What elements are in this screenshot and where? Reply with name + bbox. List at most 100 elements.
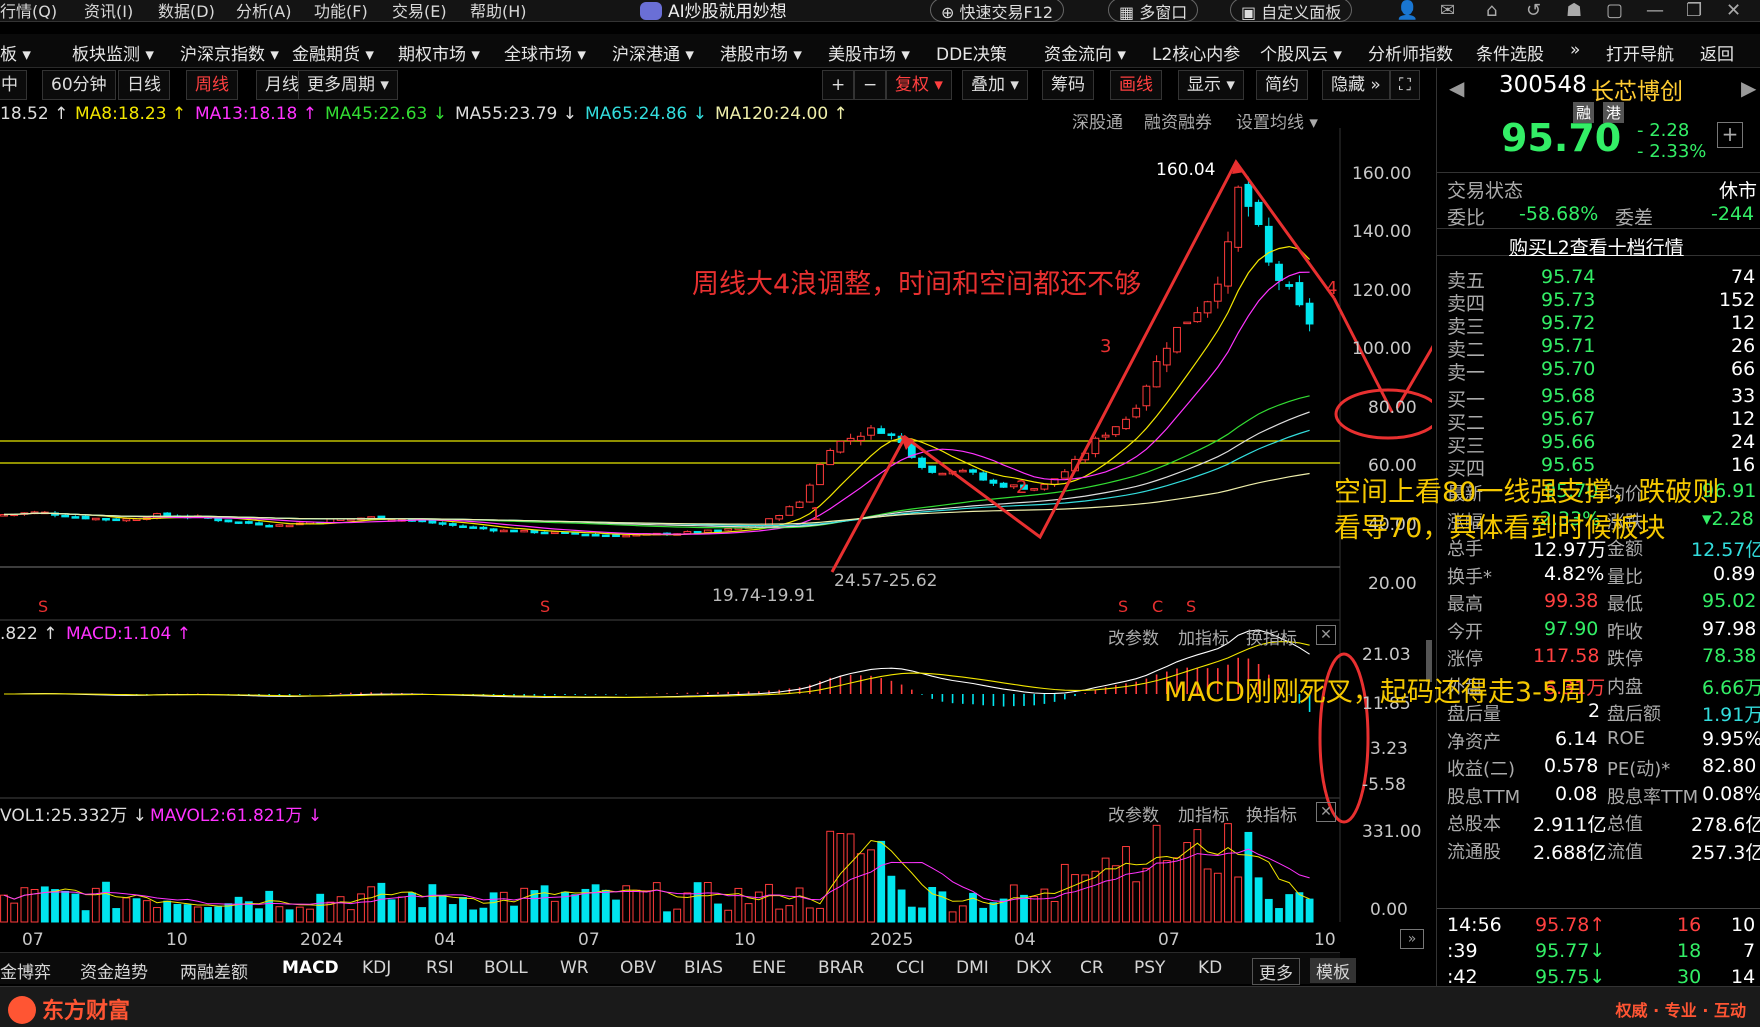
ask-volume: 74 bbox=[1731, 266, 1756, 288]
menu-item-data[interactable]: 数据(D) bbox=[158, 0, 215, 22]
shirt-icon[interactable]: ☗ bbox=[1566, 0, 1582, 21]
nav-item-analyst[interactable]: 分析师指数 bbox=[1368, 40, 1453, 65]
adjust-price-button[interactable]: 复权 ▾ bbox=[886, 70, 952, 100]
period-more[interactable]: 更多周期 ▾ bbox=[298, 70, 398, 100]
multi-window-button[interactable]: ▦ 多窗口 bbox=[1108, 0, 1199, 22]
indicator-tab[interactable]: OBV bbox=[620, 958, 656, 978]
macd-switch-indicator[interactable]: 换指标 bbox=[1246, 624, 1297, 649]
ask-row: 卖三 95.72 12 bbox=[1437, 310, 1760, 338]
add-watch-icon[interactable]: + bbox=[1717, 122, 1743, 148]
nav-item-stock-news[interactable]: 个股风云 ▾ bbox=[1260, 40, 1342, 65]
period-60min[interactable]: 60分钟 bbox=[42, 70, 116, 100]
nav-item-connect[interactable]: 沪深港通 ▾ bbox=[612, 40, 694, 65]
nav-item-capital-flow[interactable]: 资金流向 ▾ bbox=[1044, 40, 1126, 65]
indicator-tab[interactable]: BIAS bbox=[684, 958, 723, 978]
volume-bar bbox=[306, 908, 314, 923]
indicator-tab[interactable]: WR bbox=[560, 958, 589, 978]
layout-icon[interactable]: ▢ bbox=[1606, 0, 1623, 21]
macd-add-indicator[interactable]: 加指标 bbox=[1178, 624, 1229, 649]
custom-panel-button[interactable]: ▣ 自定义面板 bbox=[1230, 0, 1353, 22]
menu-item-function[interactable]: 功能(F) bbox=[314, 0, 368, 22]
bid-row: 买二 95.67 12 bbox=[1437, 406, 1760, 434]
vol-switch-indicator[interactable]: 换指标 bbox=[1246, 801, 1297, 826]
indicator-tab[interactable]: CR bbox=[1080, 958, 1104, 978]
home-icon[interactable]: ⌂ bbox=[1486, 0, 1497, 21]
fullscreen-icon[interactable]: ⛶ bbox=[1390, 70, 1420, 100]
indicator-template-button[interactable]: 模板 bbox=[1310, 958, 1356, 983]
ai-assistant-link[interactable]: AI炒股就用妙想 bbox=[640, 0, 787, 22]
indicator-tab[interactable]: KD bbox=[1198, 958, 1222, 978]
macd-close-icon[interactable]: ✕ bbox=[1316, 625, 1336, 645]
indicator-tab[interactable]: BOLL bbox=[484, 958, 528, 978]
nav-item-sector-monitor[interactable]: 板块监测 ▾ bbox=[72, 40, 154, 65]
nav-item-global[interactable]: 全球市场 ▾ bbox=[504, 40, 586, 65]
indicator-tab[interactable]: PSY bbox=[1134, 958, 1165, 978]
hide-button[interactable]: 隐藏 » bbox=[1322, 70, 1390, 100]
nav-item-options[interactable]: 期权市场 ▾ bbox=[398, 40, 480, 65]
menu-item-quote[interactable]: 行情(Q) bbox=[0, 0, 57, 22]
indicator-tab[interactable]: CCI bbox=[896, 958, 925, 978]
chips-button[interactable]: 筹码 bbox=[1042, 70, 1094, 100]
quick-trade-button[interactable]: ⊕ 快速交易F12 bbox=[930, 0, 1065, 22]
prev-stock-icon[interactable]: ◀ bbox=[1449, 76, 1464, 100]
menu-item-news[interactable]: 资讯(I) bbox=[84, 0, 133, 22]
period-partial[interactable]: 中 bbox=[0, 70, 27, 100]
volume-bar bbox=[1091, 870, 1100, 923]
display-button[interactable]: 显示 ▾ bbox=[1178, 70, 1244, 100]
stats-row: 净资产 6.14 ROE 9.95% bbox=[1437, 726, 1760, 753]
time-scroll-icon[interactable]: » bbox=[1400, 929, 1424, 949]
back-icon[interactable]: ↺ bbox=[1526, 0, 1541, 21]
nav-item-board[interactable]: 板 ▾ bbox=[0, 40, 31, 65]
mail-icon[interactable]: ✉ bbox=[1440, 0, 1455, 21]
user-icon[interactable]: 👤 bbox=[1396, 0, 1418, 21]
indicator-tab[interactable]: KDJ bbox=[362, 958, 391, 978]
zoom-in-button[interactable]: + bbox=[822, 70, 855, 100]
nav-item-us[interactable]: 美股市场 ▾ bbox=[828, 40, 910, 65]
simple-button[interactable]: 简约 bbox=[1256, 70, 1308, 100]
indicator-tab[interactable]: DMI bbox=[956, 958, 989, 978]
menu-item-help[interactable]: 帮助(H) bbox=[470, 0, 527, 22]
menu-item-trade[interactable]: 交易(E) bbox=[392, 0, 447, 22]
period-day[interactable]: 日线 bbox=[118, 70, 170, 100]
zoom-out-button[interactable]: − bbox=[854, 70, 887, 100]
minimize-icon[interactable]: — bbox=[1646, 0, 1664, 21]
indicator-tab[interactable]: 两融差额 bbox=[180, 958, 248, 983]
next-stock-icon[interactable]: ▶ bbox=[1741, 76, 1756, 100]
nav-more-icon[interactable]: » bbox=[1570, 40, 1580, 60]
close-icon[interactable]: ✕ bbox=[1726, 0, 1741, 21]
macd-edit-params[interactable]: 改参数 bbox=[1108, 624, 1159, 649]
volume-bar bbox=[652, 882, 661, 923]
nav-item-l2[interactable]: L2核心内参 bbox=[1152, 40, 1240, 65]
restore-icon[interactable]: ❐ bbox=[1686, 0, 1702, 21]
nav-item-dde[interactable]: DDE决策 bbox=[936, 40, 1007, 65]
indicator-tab[interactable]: BRAR bbox=[818, 958, 864, 978]
volume-bar bbox=[795, 887, 804, 923]
period-week[interactable]: 周线 bbox=[186, 70, 238, 100]
candle-body bbox=[703, 529, 712, 533]
nav-item-return[interactable]: 返回 bbox=[1700, 40, 1734, 65]
period-toolbar: 中 60分钟 日线 周线 月线 更多周期 ▾ + − 复权 ▾ 叠加 ▾ 筹码 … bbox=[0, 68, 1432, 102]
nav-item-index[interactable]: 沪深京指数 ▾ bbox=[180, 40, 279, 65]
vol-close-icon[interactable]: ✕ bbox=[1316, 802, 1336, 822]
tick-price: 95.77↓ bbox=[1535, 940, 1606, 962]
candle-body bbox=[499, 529, 508, 533]
indicator-tab[interactable]: 资金趋势 bbox=[80, 958, 148, 983]
indicator-more-button[interactable]: 更多 bbox=[1252, 958, 1300, 985]
indicator-tab[interactable]: DKX bbox=[1016, 958, 1052, 978]
menu-item-analysis[interactable]: 分析(A) bbox=[236, 0, 291, 22]
overlay-button[interactable]: 叠加 ▾ bbox=[962, 70, 1028, 100]
indicator-tab[interactable]: 金博弈 bbox=[0, 958, 51, 983]
draw-line-button[interactable]: 画线 bbox=[1110, 70, 1162, 100]
nav-item-futures[interactable]: 金融期货 ▾ bbox=[292, 40, 374, 65]
nav-item-hk[interactable]: 港股市场 ▾ bbox=[720, 40, 802, 65]
vol-edit-params[interactable]: 改参数 bbox=[1108, 801, 1159, 826]
indicator-tab[interactable]: ENE bbox=[752, 958, 786, 978]
nav-item-screener[interactable]: 条件选股 bbox=[1476, 40, 1544, 65]
indicator-tab-macd[interactable]: MACD bbox=[282, 958, 339, 978]
nav-item-open-nav[interactable]: 打开导航 bbox=[1606, 40, 1674, 65]
annotation-support-2: 看导70，具体看到时候板块 bbox=[1334, 513, 1666, 544]
indicator-tab[interactable]: RSI bbox=[426, 958, 454, 978]
l2-link[interactable]: 购买L2查看十档行情 bbox=[1509, 233, 1684, 260]
ask-row: 卖一 95.70 66 bbox=[1437, 356, 1760, 384]
vol-add-indicator[interactable]: 加指标 bbox=[1178, 801, 1229, 826]
